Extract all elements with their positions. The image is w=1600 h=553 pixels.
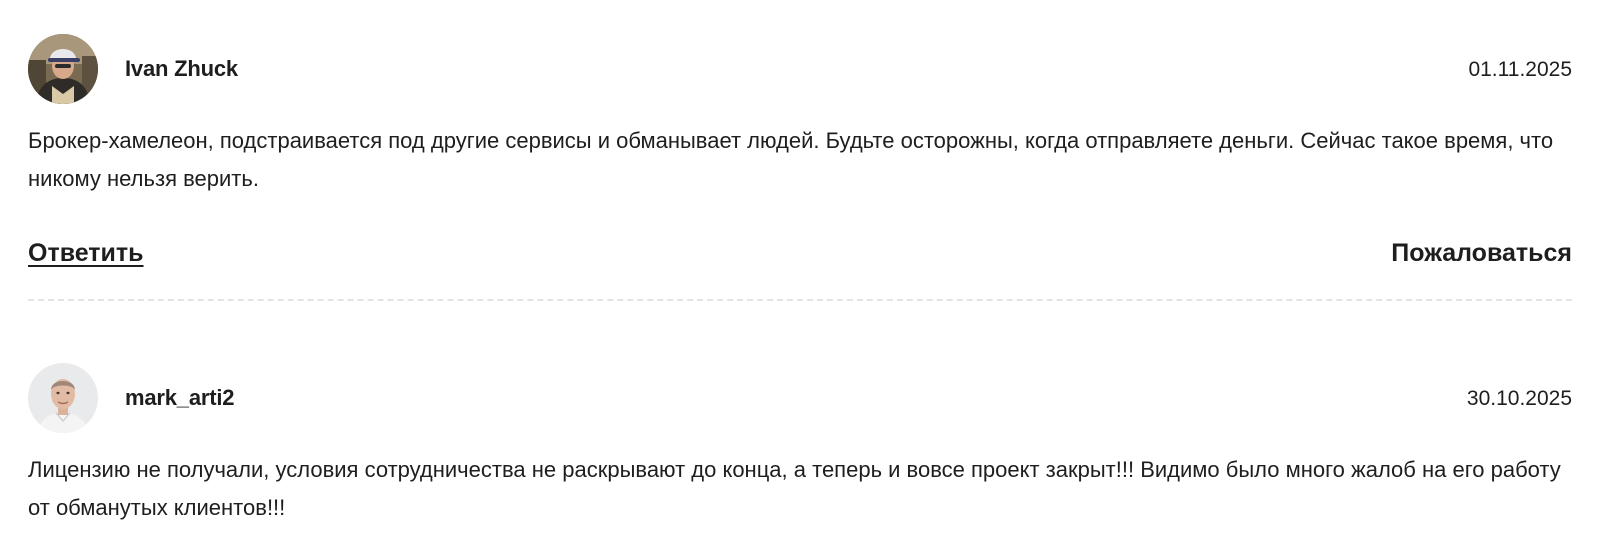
review-text: Лицензию не получали, условия сотрудниче… [28, 457, 1561, 520]
avatar[interactable] [28, 34, 98, 104]
review-item: mark_arti2 30.10.2025 Лицензию не получа… [28, 363, 1572, 520]
user-avatar-icon [28, 34, 98, 104]
author-name: mark_arti2 [125, 385, 235, 410]
report-link[interactable]: Пожаловаться [1391, 238, 1572, 268]
review-actions: Ответить Пожаловаться [28, 238, 1572, 268]
author-name: Ivan Zhuck [125, 56, 238, 81]
review-date: 30.10.2025 [1466, 387, 1572, 410]
review-item: Ivan Zhuck 01.11.2025 Брокер-хамелеон, п… [28, 34, 1572, 267]
review-header: Ivan Zhuck 01.11.2025 [28, 34, 1572, 104]
review-header: mark_arti2 30.10.2025 [28, 363, 1572, 433]
avatar[interactable] [28, 363, 98, 433]
review-divider [28, 299, 1572, 301]
user-avatar-icon [28, 363, 98, 433]
review-text: Брокер-хамелеон, подстраивается под друг… [28, 128, 1554, 191]
review-date: 01.11.2025 [1468, 58, 1572, 81]
reply-link[interactable]: Ответить [28, 238, 144, 268]
